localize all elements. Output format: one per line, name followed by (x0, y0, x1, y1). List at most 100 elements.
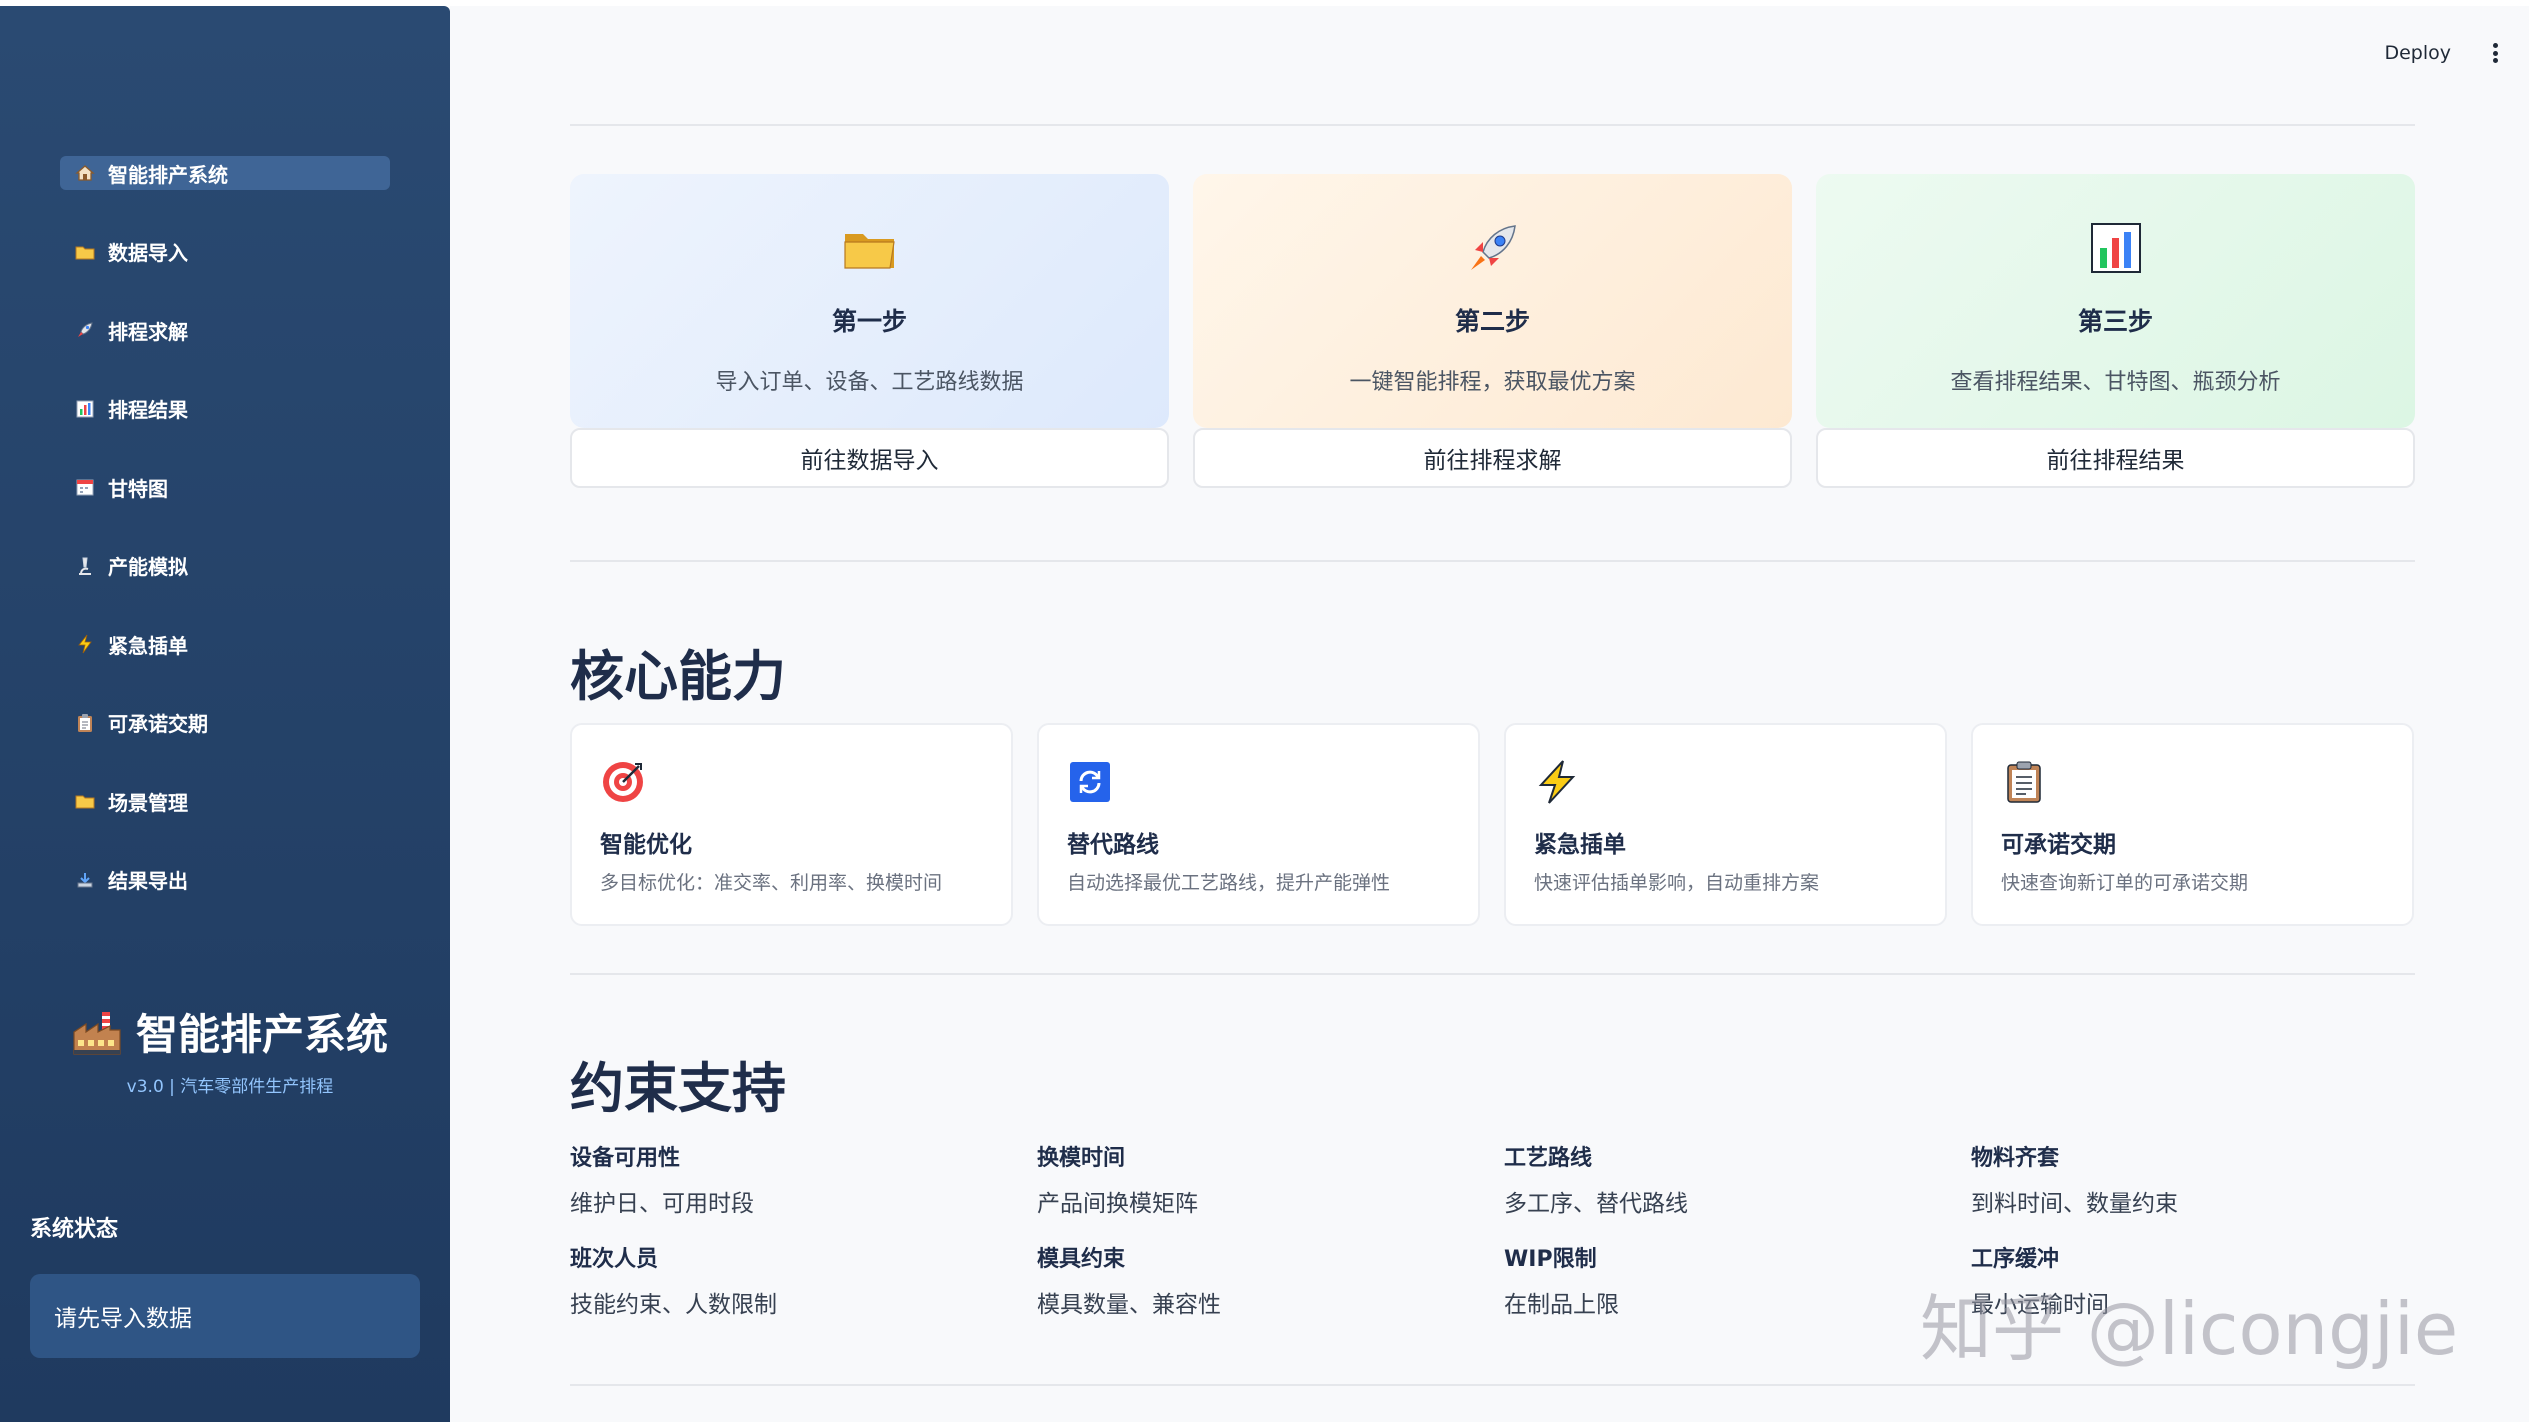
constraint-item: 模具约束 模具数量、兼容性 (1037, 1241, 1477, 1319)
step-card-2: 第二步 一键智能排程，获取最优方案 (1193, 174, 1792, 428)
constraint-desc: 技能约束、人数限制 (570, 1292, 777, 1318)
system-status-box: 请先导入数据 (30, 1274, 420, 1358)
constraint-desc: 模具数量、兼容性 (1037, 1292, 1221, 1318)
divider (570, 1384, 2415, 1386)
sidebar-item-label: 甘特图 (108, 476, 168, 501)
sidebar-item-export[interactable]: 结果导出 (60, 863, 390, 897)
sidebar-item-home[interactable]: 智能排产系统 (60, 156, 390, 190)
capability-title: 智能优化 (600, 832, 692, 858)
step-card-1: 第一步 导入订单、设备、工艺路线数据 (570, 174, 1169, 428)
constraint-item: 工艺路线 多工序、替代路线 (1504, 1140, 1944, 1218)
sidebar-item-label: 排程结果 (108, 398, 188, 422)
sidebar-item-solve[interactable]: 排程求解 (60, 313, 390, 347)
sidebar-item-label: 紧急插单 (108, 633, 188, 658)
calendar-icon (72, 476, 98, 498)
clipboard-icon (72, 712, 98, 734)
constraint-desc: 多工序、替代路线 (1504, 1191, 1688, 1217)
capability-desc: 快速评估插单影响，自动重排方案 (1534, 872, 1820, 894)
home-icon (72, 162, 98, 184)
sidebar-nav: 智能排产系统 数据导入 排程求解 排程结果 甘特图 产能模拟 紧急插单 可承诺交… (60, 156, 390, 941)
constraint-desc: 最小运输时间 (1971, 1292, 2109, 1318)
step-title: 第三步 (2077, 307, 2153, 336)
sidebar-item-atp[interactable]: 可承诺交期 (60, 706, 390, 740)
constraint-item: 物料齐套 到料时间、数量约束 (1971, 1140, 2411, 1218)
sidebar-item-label: 排程求解 (108, 319, 188, 344)
download-tray-icon (72, 869, 98, 891)
constraint-desc: 在制品上限 (1504, 1292, 1619, 1318)
sidebar-brand: 智能排产系统 v3.0 | 汽车零部件生产排程 (60, 1001, 400, 1097)
sidebar: 智能排产系统 数据导入 排程求解 排程结果 甘特图 产能模拟 紧急插单 可承诺交… (0, 6, 450, 1422)
more-menu-icon[interactable] (2485, 40, 2505, 66)
constraint-item: WIP限制 在制品上限 (1504, 1241, 1944, 1319)
sidebar-item-label: 数据导入 (108, 241, 188, 265)
sidebar-item-urgent-order[interactable]: 紧急插单 (60, 627, 390, 661)
sidebar-item-label: 智能排产系统 (108, 162, 228, 187)
capability-title: 替代路线 (1067, 832, 1159, 858)
step-title: 第二步 (1454, 307, 1530, 336)
sidebar-item-scenarios[interactable]: 场景管理 (60, 784, 390, 818)
rocket-icon (72, 319, 98, 341)
capability-card: 可承诺交期 快速查询新订单的可承诺交期 (1971, 723, 2414, 926)
brand-title: 智能排产系统 (60, 1001, 400, 1062)
constraint-desc: 产品间换模矩阵 (1037, 1191, 1198, 1217)
brand-subtitle: v3.0 | 汽车零部件生产排程 (126, 1077, 334, 1097)
bar-chart-icon (2088, 220, 2144, 276)
system-status-title: 系统状态 (30, 1217, 119, 1242)
capability-card: 智能优化 多目标优化：准交率、利用率、换模时间 (570, 723, 1013, 926)
deploy-button[interactable]: Deploy (2384, 42, 2451, 64)
sidebar-item-capacity-sim[interactable]: 产能模拟 (60, 549, 390, 583)
constraint-title: 工艺路线 (1504, 1146, 1593, 1171)
target-icon (600, 759, 646, 805)
sidebar-item-data-import[interactable]: 数据导入 (60, 235, 390, 269)
sidebar-item-label: 产能模拟 (108, 555, 188, 579)
constraint-desc: 维护日、可用时段 (570, 1191, 754, 1217)
constraint-title: 班次人员 (570, 1247, 659, 1272)
step-desc: 一键智能排程，获取最优方案 (1349, 370, 1636, 395)
folder-icon (72, 790, 98, 812)
constraint-item: 工序缓冲 最小运输时间 (1971, 1241, 2411, 1319)
main-content: Deploy 第一步 导入订单、设备、工艺路线数据 第二步 一键智能排程，获取最… (450, 6, 2529, 1422)
brand-title-text: 智能排产系统 (135, 1010, 388, 1059)
constraint-title: WIP限制 (1504, 1247, 1597, 1272)
folder-icon (72, 241, 98, 263)
goto-data-import-button[interactable]: 前往数据导入 (570, 428, 1169, 488)
constraint-title: 物料齐套 (1971, 1146, 2060, 1171)
divider (570, 124, 2415, 126)
lightning-icon (1534, 759, 1580, 805)
capability-title: 可承诺交期 (2001, 832, 2116, 858)
goto-solve-button[interactable]: 前往排程求解 (1193, 428, 1792, 488)
microscope-icon (72, 555, 98, 577)
sidebar-item-gantt[interactable]: 甘特图 (60, 470, 390, 504)
rocket-icon (1465, 220, 1521, 276)
capabilities-title: 核心能力 (570, 645, 786, 708)
step-desc: 查看排程结果、甘特图、瓶颈分析 (1950, 370, 2281, 395)
constraint-item: 换模时间 产品间换模矩阵 (1037, 1140, 1477, 1218)
divider (570, 560, 2415, 562)
capability-card: 替代路线 自动选择最优工艺路线，提升产能弹性 (1037, 723, 1480, 926)
constraint-item: 设备可用性 维护日、可用时段 (570, 1140, 1010, 1218)
refresh-icon (1067, 759, 1113, 805)
bar-chart-icon (72, 398, 98, 420)
capability-title: 紧急插单 (1534, 832, 1626, 858)
constraint-desc: 到料时间、数量约束 (1971, 1191, 2178, 1217)
sidebar-item-results[interactable]: 排程结果 (60, 392, 390, 426)
step-title: 第一步 (831, 307, 907, 336)
constraints-title: 约束支持 (570, 1057, 786, 1120)
divider (570, 973, 2415, 975)
capability-card: 紧急插单 快速评估插单影响，自动重排方案 (1504, 723, 1947, 926)
constraint-item: 班次人员 技能约束、人数限制 (570, 1241, 1010, 1319)
constraint-title: 换模时间 (1037, 1146, 1126, 1171)
sidebar-item-label: 场景管理 (108, 790, 188, 815)
sidebar-item-label: 可承诺交期 (108, 712, 208, 736)
lightning-icon (72, 633, 98, 655)
capability-desc: 多目标优化：准交率、利用率、换模时间 (600, 872, 943, 894)
factory-icon (72, 1008, 122, 1056)
constraint-title: 设备可用性 (570, 1146, 681, 1171)
step-desc: 导入订单、设备、工艺路线数据 (715, 370, 1024, 395)
sidebar-item-label: 结果导出 (108, 869, 188, 893)
goto-results-button[interactable]: 前往排程结果 (1816, 428, 2415, 488)
folder-icon (842, 220, 898, 276)
capability-desc: 快速查询新订单的可承诺交期 (2001, 872, 2249, 894)
constraint-title: 模具约束 (1037, 1247, 1126, 1272)
step-card-3: 第三步 查看排程结果、甘特图、瓶颈分析 (1816, 174, 2415, 428)
